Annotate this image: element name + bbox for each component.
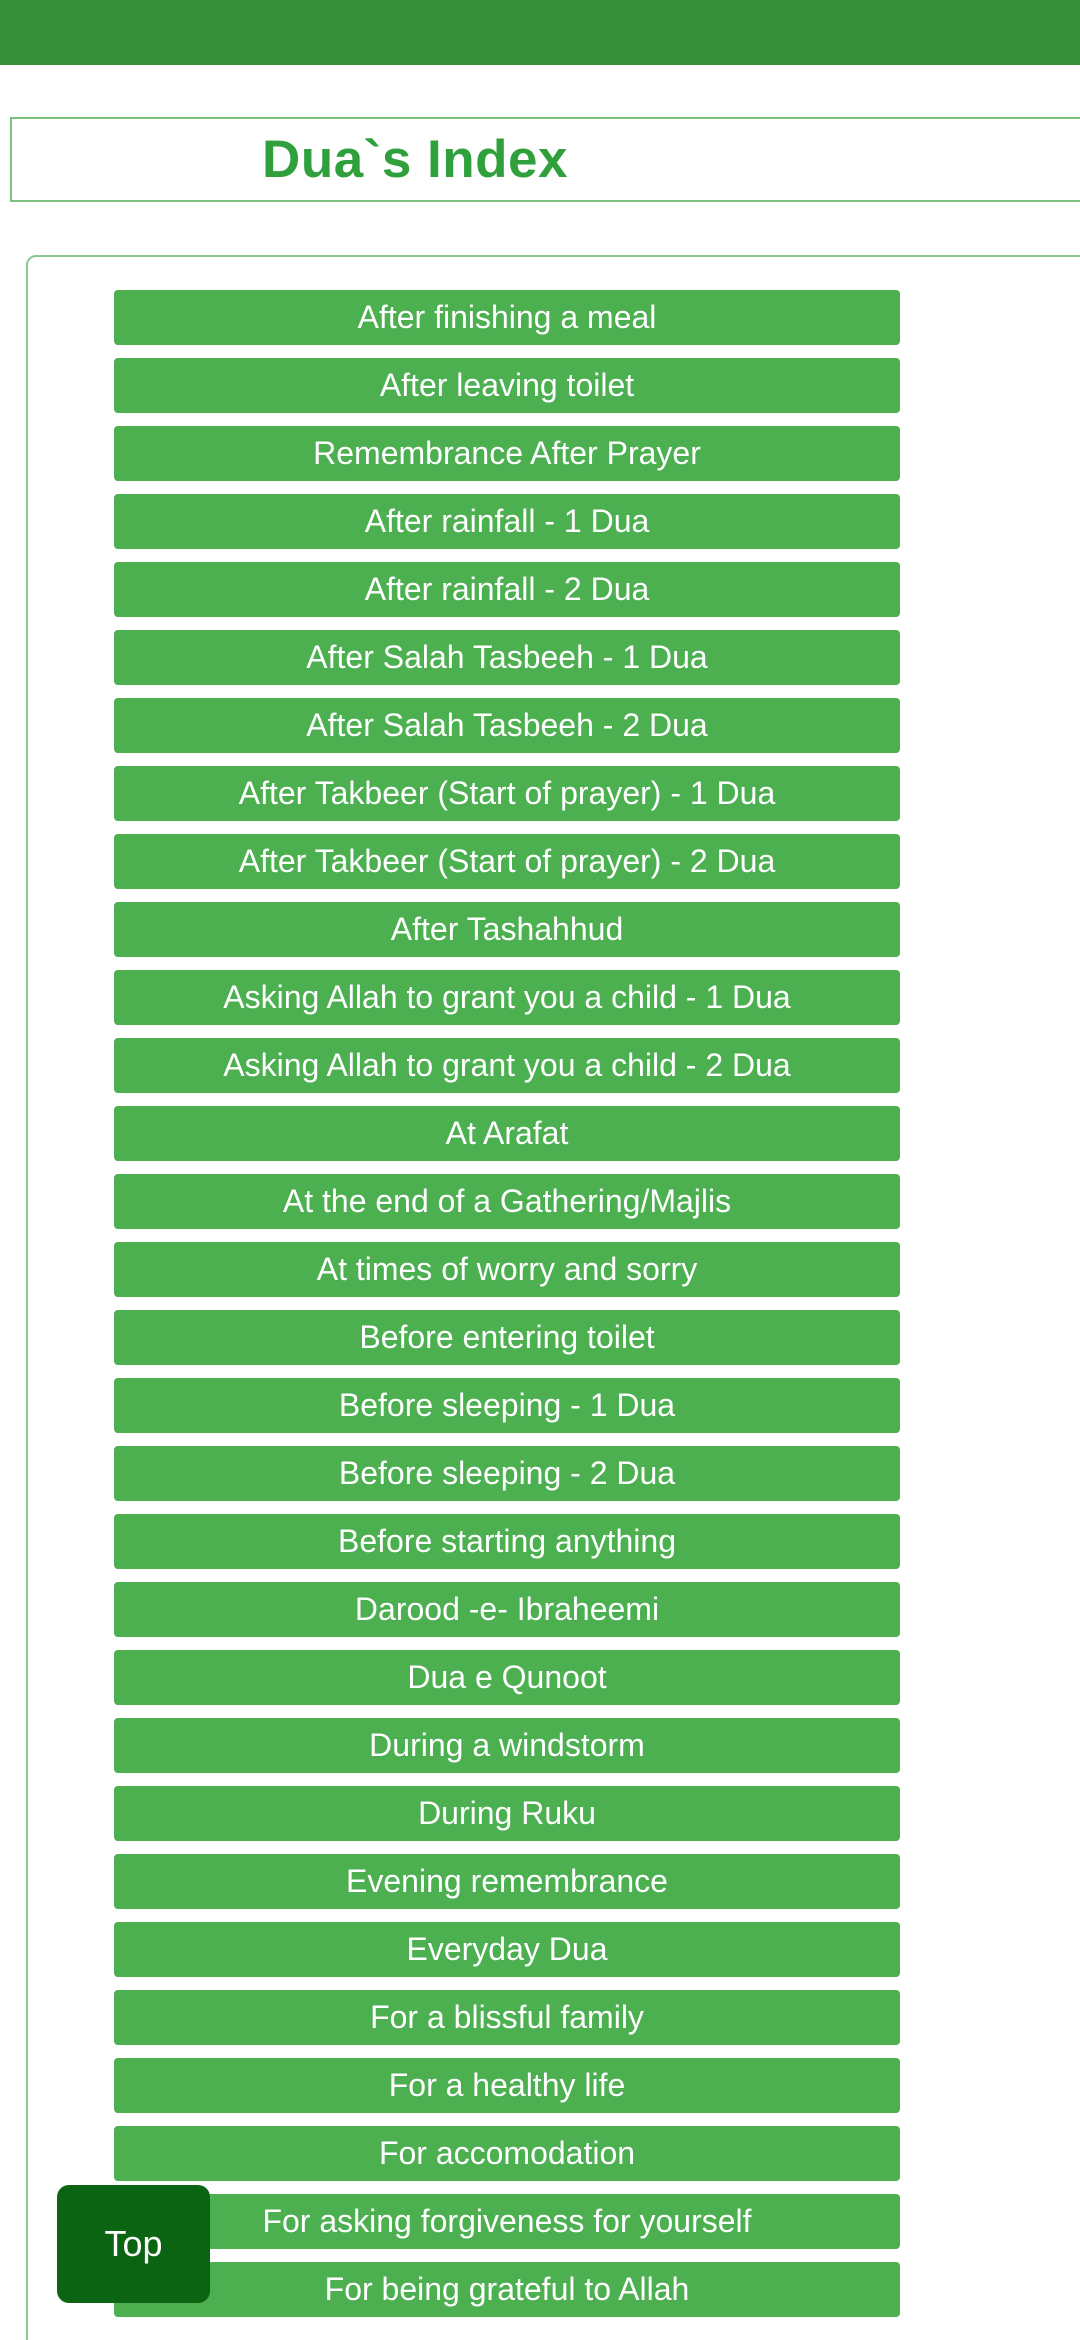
dua-list: After finishing a meal After leaving toil…: [114, 290, 900, 2330]
page-title: Dua`s Index: [262, 130, 568, 189]
dua-list-item[interactable]: For a healthy life: [114, 2058, 900, 2113]
dua-list-item[interactable]: Before entering toilet: [114, 1310, 900, 1365]
dua-list-item[interactable]: Everyday Dua: [114, 1922, 900, 1977]
dua-list-item[interactable]: After Takbeer (Start of prayer) - 2 Dua: [114, 834, 900, 889]
dua-list-item[interactable]: After Salah Tasbeeh - 1 Dua: [114, 630, 900, 685]
dua-list-item[interactable]: After rainfall - 2 Dua: [114, 562, 900, 617]
dua-list-item[interactable]: At Arafat: [114, 1106, 900, 1161]
dua-list-item[interactable]: During Ruku: [114, 1786, 900, 1841]
dua-list-item[interactable]: Asking Allah to grant you a child - 1 Du…: [114, 970, 900, 1025]
app-root: Dua`s Index After finishing a meal After …: [0, 0, 1080, 2340]
dua-list-item[interactable]: Remembrance After Prayer: [114, 426, 900, 481]
scroll-to-top-button[interactable]: Top: [57, 2185, 210, 2303]
dua-list-item[interactable]: Asking Allah to grant you a child - 2 Du…: [114, 1038, 900, 1093]
dua-list-item[interactable]: After Salah Tasbeeh - 2 Dua: [114, 698, 900, 753]
dua-list-item[interactable]: For being grateful to Allah: [114, 2262, 900, 2317]
dua-list-item[interactable]: For a blissful family: [114, 1990, 900, 2045]
dua-list-item[interactable]: For asking forgiveness for yourself: [114, 2194, 900, 2249]
dua-list-item[interactable]: At the end of a Gathering/Majlis: [114, 1174, 900, 1229]
dua-list-item[interactable]: Before sleeping - 1 Dua: [114, 1378, 900, 1433]
dua-list-item[interactable]: After Takbeer (Start of prayer) - 1 Dua: [114, 766, 900, 821]
dua-list-item[interactable]: For accomodation: [114, 2126, 900, 2181]
app-bar: [0, 0, 1080, 65]
dua-list-item[interactable]: After rainfall - 1 Dua: [114, 494, 900, 549]
dua-list-item[interactable]: During a windstorm: [114, 1718, 900, 1773]
dua-list-item[interactable]: At times of worry and sorry: [114, 1242, 900, 1297]
dua-list-item[interactable]: Before sleeping - 2 Dua: [114, 1446, 900, 1501]
dua-list-item[interactable]: Dua e Qunoot: [114, 1650, 900, 1705]
dua-list-item[interactable]: Before starting anything: [114, 1514, 900, 1569]
dua-list-item[interactable]: After Tashahhud: [114, 902, 900, 957]
page-title-panel: Dua`s Index: [10, 117, 1080, 202]
dua-list-item[interactable]: Darood -e- Ibraheemi: [114, 1582, 900, 1637]
dua-list-item[interactable]: After leaving toilet: [114, 358, 900, 413]
dua-list-item[interactable]: Evening remembrance: [114, 1854, 900, 1909]
dua-list-item[interactable]: After finishing a meal: [114, 290, 900, 345]
